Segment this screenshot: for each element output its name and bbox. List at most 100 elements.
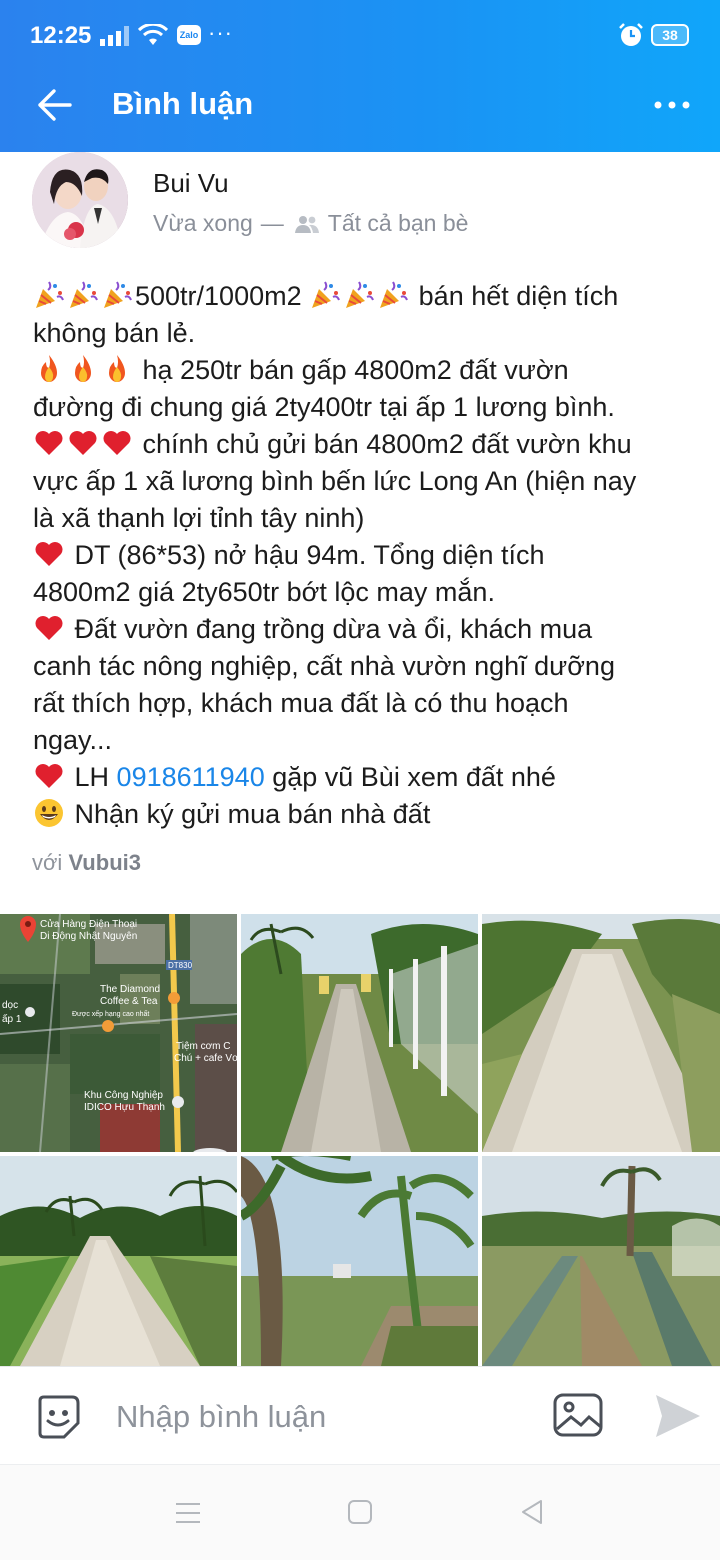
post-line: Đất vườn đang trồng dừa và ổi, khách mua	[33, 611, 703, 648]
palm-image	[241, 1156, 478, 1366]
fire-icon	[41, 355, 57, 382]
post-line: Nhận ký gửi mua bán nhà đất	[33, 796, 703, 833]
tagged-user-link[interactable]: Vubui3	[68, 850, 141, 875]
map-image: Cửa Hàng Điện Thoại Di Động Nhật Nguyên …	[0, 914, 237, 1152]
post-time: Vừa xong	[153, 210, 253, 236]
map-label-cafe3: Được xếp hạng cao nhất	[72, 1009, 149, 1018]
post-line: hạ 250tr bán gấp 4800m2 đất vườn	[33, 352, 703, 389]
wifi-icon	[138, 24, 168, 45]
post-text: bán hết diện tích	[418, 281, 619, 311]
heart-icon	[69, 431, 97, 455]
recent-apps-icon[interactable]	[174, 1501, 202, 1525]
comment-bar	[0, 1366, 720, 1464]
meta-separator: —	[260, 210, 284, 236]
system-back-icon[interactable]	[519, 1498, 545, 1526]
friends-icon	[294, 215, 319, 233]
road-photo-1[interactable]	[241, 914, 478, 1152]
status-bar: 12:25 Zalo ··· 38	[0, 0, 720, 58]
map-label-cafe: The Diamond	[100, 984, 160, 995]
image-icon[interactable]	[553, 1393, 603, 1437]
canal-image	[482, 1156, 720, 1366]
grinning-face-icon	[35, 799, 63, 827]
post-line: là xã thạnh lợi tỉnh tây ninh)	[33, 503, 365, 533]
phone-link[interactable]: 0918611940	[117, 762, 265, 792]
alarm-icon	[619, 23, 643, 46]
map-photo[interactable]: Cửa Hàng Điện Thoại Di Động Nhật Nguyên …	[0, 914, 237, 1152]
party-popper-icon	[104, 281, 132, 308]
post-line: 500tr/1000m2 bán hết diện tích	[33, 278, 703, 315]
map-label-road: DT830	[168, 961, 193, 970]
home-icon[interactable]	[347, 1499, 373, 1525]
post-audience: Tất cả bạn bè	[327, 210, 469, 236]
map-label-industrial: Khu Công Nghiệp	[84, 1090, 163, 1101]
fire-icon	[75, 355, 91, 382]
heart-icon	[103, 431, 131, 455]
party-popper-icon	[380, 281, 409, 308]
post-text: DT (86*53) nở hậu 94m. Tổng diện tích	[74, 540, 545, 570]
road-image-1	[241, 914, 478, 1152]
author-avatar[interactable]	[32, 152, 128, 248]
map-label-shop2: Di Động Nhật Nguyên	[40, 931, 137, 942]
heart-icon	[35, 616, 63, 640]
post-content: 500tr/1000m2 bán hết diện tích không bán…	[33, 278, 703, 833]
sticker-icon[interactable]	[34, 1393, 82, 1441]
canal-photo[interactable]	[482, 1156, 720, 1366]
more-options-icon[interactable]	[640, 82, 700, 128]
post-line: 4800m2 giá 2ty650tr bớt lộc may mắn.	[33, 577, 495, 607]
heart-icon	[35, 764, 63, 788]
map-label-cafe2: Coffee & Tea	[100, 996, 158, 1007]
price-text: 500tr/1000m2	[135, 281, 302, 311]
road-image-2	[482, 914, 720, 1152]
post-line: không bán lẻ.	[33, 318, 196, 348]
avatar-photo	[32, 152, 128, 248]
tagged-users: với Vubui3	[32, 850, 141, 876]
author-name[interactable]: Bui Vu	[153, 168, 229, 199]
page-title: Bình luận	[112, 86, 254, 121]
party-popper-icon	[36, 281, 64, 308]
party-popper-icon	[346, 281, 375, 308]
signal-icon	[100, 26, 129, 46]
post-meta: Vừa xong — Tất cả bạn bè	[153, 210, 468, 237]
road-photo-3[interactable]	[0, 1156, 237, 1366]
road-image-3	[0, 1156, 237, 1366]
status-time: 12:25	[30, 22, 92, 49]
fire-icon	[109, 355, 125, 382]
map-label-shop: Cửa Hàng Điện Thoại	[40, 918, 137, 930]
comments-screen: 12:25 Zalo ··· 38 Bình luận Bui Vu Vừa x…	[0, 0, 720, 1560]
post-line: vực ấp 1 xã lương bình bến lức Long An (…	[33, 466, 637, 496]
back-arrow-icon[interactable]	[28, 82, 80, 128]
palm-photo[interactable]	[241, 1156, 478, 1366]
post-line: DT (86*53) nở hậu 94m. Tổng diện tích	[33, 537, 703, 574]
contact-prefix: LH	[74, 762, 110, 792]
post-line: đường đi chung giá 2ty400tr tại ấp 1 lươ…	[33, 392, 615, 422]
party-popper-icon	[312, 281, 341, 308]
map-label-industrial2: IDICO Hựu Thạnh	[84, 1102, 165, 1113]
post-line: chính chủ gửi bán 4800m2 đất vườn khu	[33, 426, 703, 463]
app-header-background: 12:25 Zalo ··· 38 Bình luận	[0, 0, 720, 152]
tag-prefix: với	[32, 850, 63, 875]
battery-indicator: 38	[651, 24, 689, 46]
system-nav-bar	[0, 1464, 720, 1560]
road-photo-2[interactable]	[482, 914, 720, 1152]
party-popper-icon	[70, 281, 98, 308]
post-text: gặp vũ Bùi xem đất nhé	[272, 762, 556, 792]
map-label-left2: ấp 1	[2, 1013, 22, 1025]
post-text: hạ 250tr bán gấp 4800m2 đất vườn	[142, 355, 569, 385]
post-text: Nhận ký gửi mua bán nhà đất	[74, 799, 431, 829]
zalo-notification-icon: Zalo	[177, 25, 201, 45]
header-bar: Bình luận	[0, 58, 720, 152]
post-line: rất thích hợp, khách mua đất là có thu h…	[33, 688, 569, 718]
send-icon[interactable]	[654, 1393, 702, 1439]
post-text: chính chủ gửi bán 4800m2 đất vườn khu	[142, 429, 632, 459]
post-line: canh tác nông nghiệp, cất nhà vườn nghĩ …	[33, 651, 615, 681]
post-line: ngay...	[33, 725, 113, 755]
more-notifications-icon: ···	[208, 20, 233, 45]
photo-grid: Cửa Hàng Điện Thoại Di Động Nhật Nguyên …	[0, 914, 720, 1366]
map-label-rest: Tiệm cơm C	[176, 1041, 231, 1052]
heart-icon	[35, 431, 63, 455]
post-text: Đất vườn đang trồng dừa và ổi, khách mua	[74, 614, 593, 644]
heart-icon	[35, 542, 63, 566]
map-label-left1: dọc	[2, 1000, 18, 1011]
comment-input[interactable]	[116, 1389, 526, 1445]
post-line: LH 0918611940 gặp vũ Bùi xem đất nhé	[33, 759, 703, 796]
